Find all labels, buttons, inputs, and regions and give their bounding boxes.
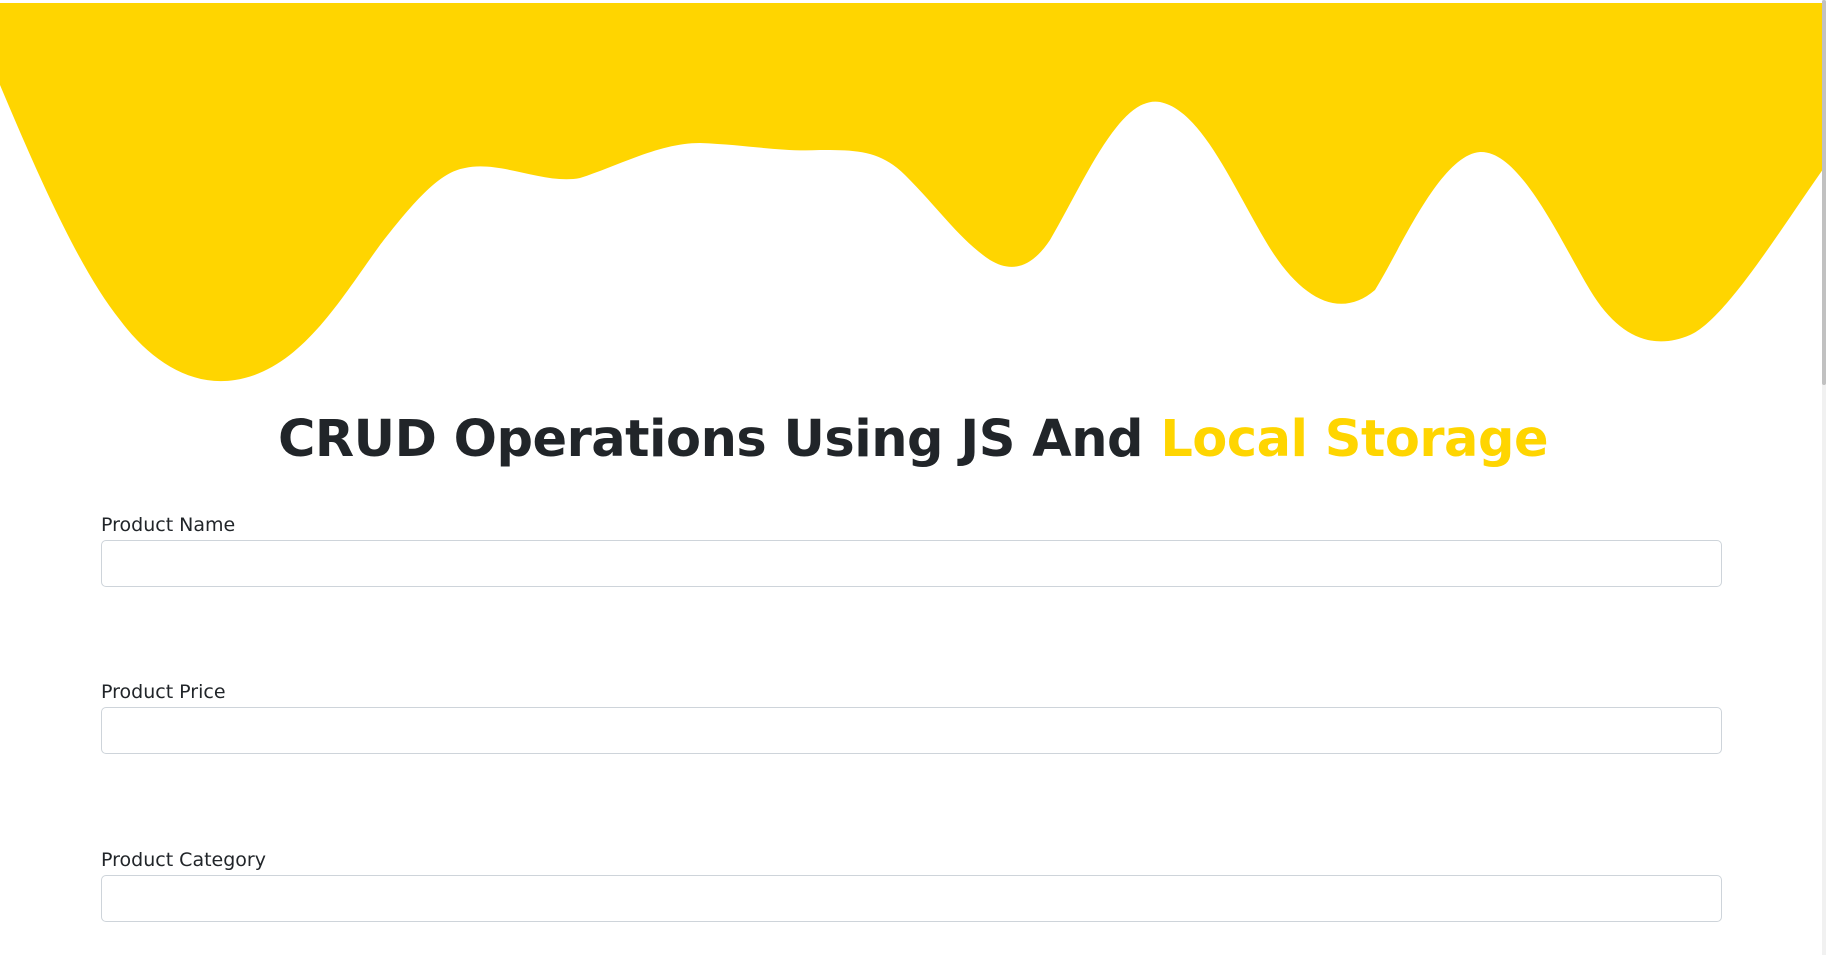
product-name-group: Product Name	[101, 513, 1722, 587]
product-price-label: Product Price	[101, 681, 226, 703]
page: CRUD Operations Using JS And Local Stora…	[0, 0, 1826, 955]
product-category-group: Product Category	[101, 848, 1722, 922]
product-category-input[interactable]	[101, 875, 1722, 922]
scrollbar-track[interactable]	[1822, 0, 1826, 955]
page-title: CRUD Operations Using JS And Local Stora…	[0, 405, 1826, 475]
scrollbar-thumb[interactable]	[1822, 0, 1826, 385]
page-title-main: CRUD Operations Using JS And	[277, 410, 1161, 469]
product-name-input[interactable]	[101, 540, 1722, 587]
product-category-label: Product Category	[101, 849, 266, 871]
product-name-label: Product Name	[101, 514, 236, 536]
product-price-group: Product Price	[101, 680, 1722, 754]
product-price-input[interactable]	[101, 707, 1722, 754]
page-title-accent: Local Storage	[1160, 410, 1549, 469]
header-wave-decoration	[0, 3, 1826, 382]
